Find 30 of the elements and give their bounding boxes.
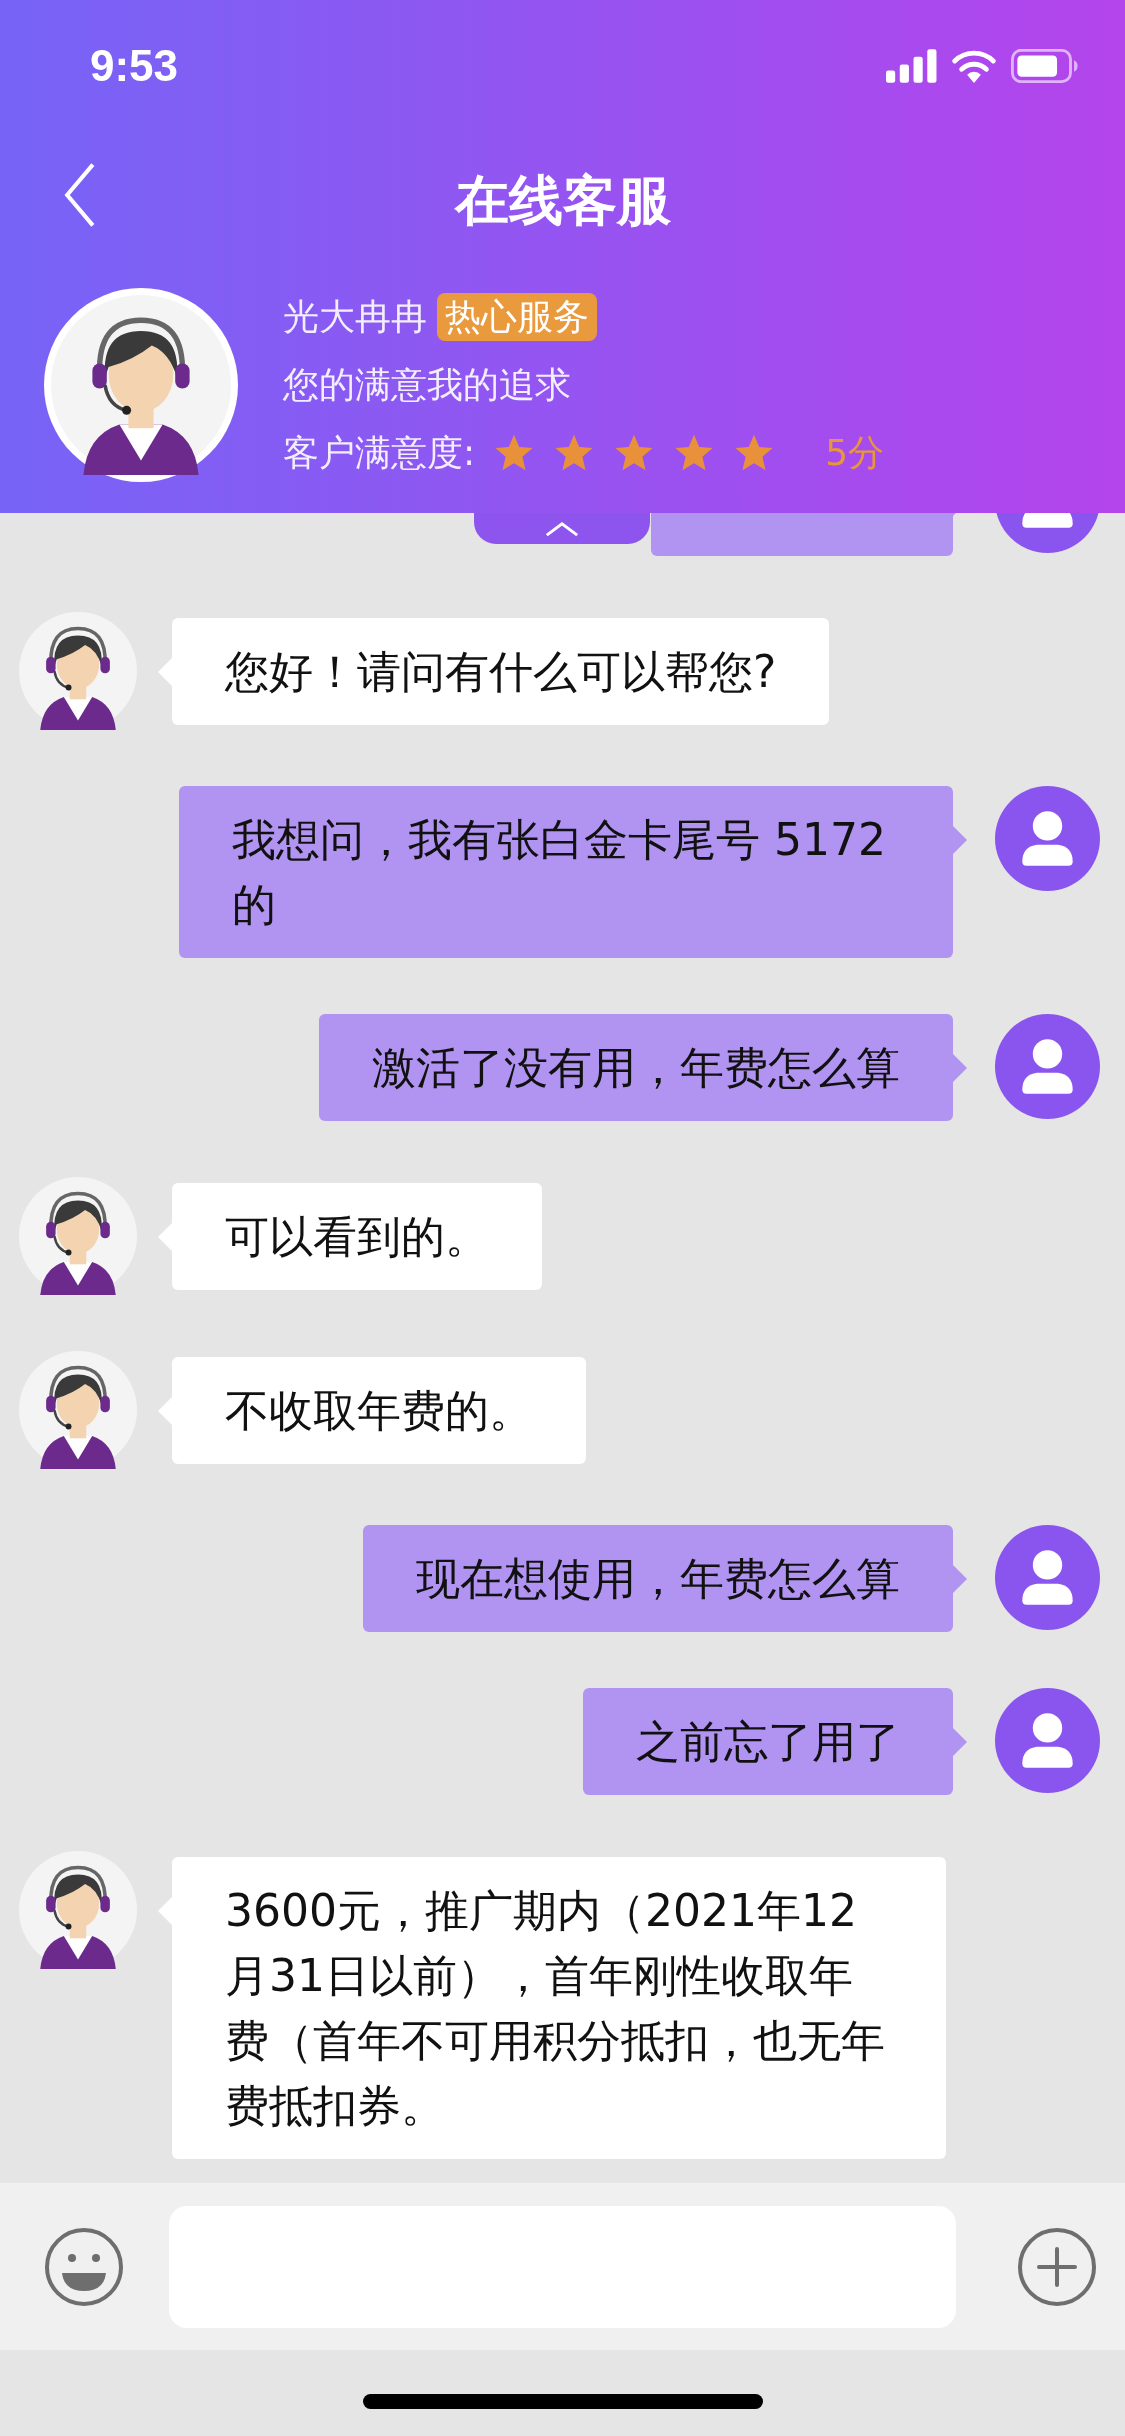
agent-message: 您好！请问有什么可以帮您? [172,618,830,725]
caret-up-icon[interactable] [543,519,581,538]
status-time: 9:53 [90,41,179,91]
wifi-icon [952,49,996,83]
rating-score: 5分 [825,430,885,475]
service-badge: 热心服务 [437,292,597,341]
signal-icon [886,49,938,83]
bubble-tail [953,1054,967,1082]
plus-icon[interactable] [1017,2226,1097,2307]
user-message: 激活了没有用，年费怎么算 [319,1014,953,1121]
user-avatar-icon [995,1014,1100,1119]
agent-motto: 您的满意我的追求 [283,362,572,407]
agent-name: 光大冉冉 [283,294,427,339]
bubble-tail [953,826,967,854]
user-message: 我想问，我有张白金卡尾号 5172 的 [179,786,953,958]
load-more-tab[interactable] [474,513,650,544]
agent-message: 3600元，推广期内（2021年12月31日以前），首年刚性收取年费（首年不可用积分抵扣，也无年费抵扣券。 [172,1857,946,2159]
agent-message: 不收取年费的。 [172,1357,586,1464]
user-avatar-icon [995,1525,1100,1630]
user-message: 现在想使用，年费怎么算 [363,1525,953,1632]
agent-message: 可以看到的。 [172,1183,542,1290]
emoji-icon[interactable] [44,2226,124,2307]
user-avatar-icon [995,786,1100,891]
user-avatar-icon [995,1688,1100,1793]
user-message: 之前忘了用了 [583,1688,953,1795]
battery-icon [1010,49,1080,83]
bubble-tail [953,1565,967,1593]
bubble-tail [953,1728,967,1756]
page-title: 在线客服 [454,167,671,234]
rating-label: 客户满意度: [283,431,476,475]
